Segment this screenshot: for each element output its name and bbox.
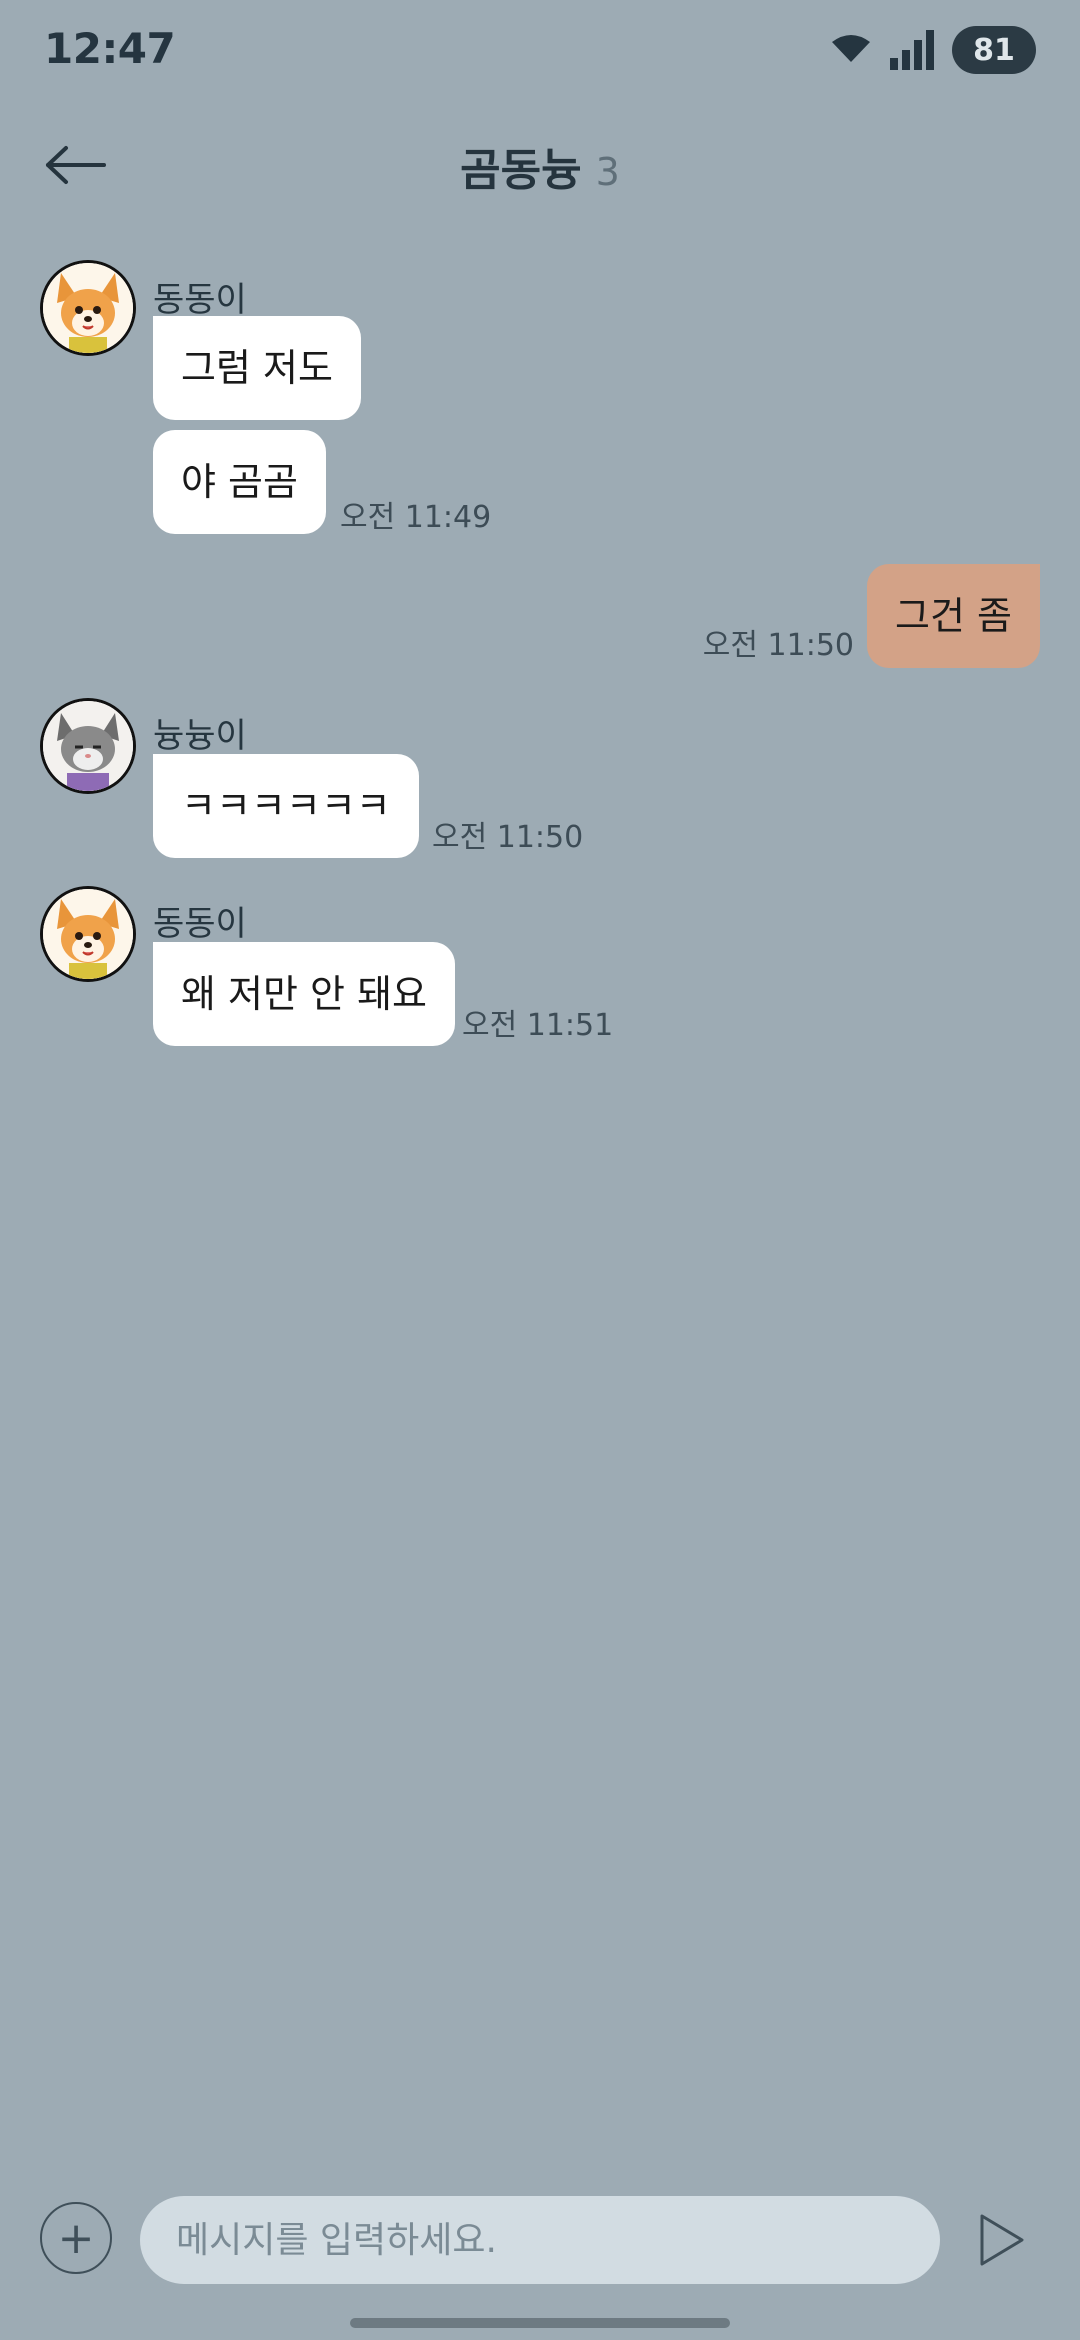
my-chat-bubble[interactable]: 그건 좀 — [867, 564, 1040, 668]
message-timestamp: 오전 11:50 — [702, 628, 854, 663]
send-icon[interactable] — [976, 2210, 1028, 2270]
dog-face-icon — [43, 889, 133, 979]
sender-name: 동동이 — [153, 904, 247, 944]
message-timestamp: 오전 11:51 — [462, 1008, 614, 1043]
message-input-bar: + — [0, 2190, 1080, 2290]
sender-name: 늉늉이 — [153, 716, 247, 756]
chat-header: 곰동늉 3 — [0, 120, 1080, 210]
chat-title: 곰동늉 — [460, 145, 582, 196]
message-timestamp: 오전 11:50 — [432, 820, 584, 855]
chat-bubble[interactable]: 왜 저만 안 돼요 — [153, 942, 455, 1046]
dog-face-icon — [43, 263, 133, 353]
cat-avatar[interactable] — [40, 698, 136, 794]
message-timestamp: 오전 11:49 — [340, 500, 492, 535]
dog-avatar[interactable] — [40, 260, 136, 356]
signal-icon — [890, 30, 934, 70]
chat-title-area: 곰동늉 3 — [0, 134, 1080, 198]
chat-bubble[interactable]: 그럼 저도 — [153, 316, 361, 420]
status-bar: 12:47 81 — [0, 0, 1080, 100]
dog-avatar[interactable] — [40, 886, 136, 982]
chat-bubble[interactable]: 야 곰곰 — [153, 430, 326, 534]
sender-name: 동동이 — [153, 280, 247, 320]
member-count: 3 — [595, 150, 620, 194]
wifi-icon — [832, 35, 870, 62]
battery-indicator: 81 — [952, 26, 1036, 74]
cat-face-icon — [43, 701, 133, 791]
home-indicator[interactable] — [350, 2318, 730, 2328]
message-input[interactable] — [140, 2196, 940, 2284]
add-attachment-button[interactable]: + — [40, 2202, 112, 2274]
status-time: 12:47 — [44, 24, 176, 73]
chat-bubble[interactable]: ㅋㅋㅋㅋㅋㅋ — [153, 754, 419, 858]
